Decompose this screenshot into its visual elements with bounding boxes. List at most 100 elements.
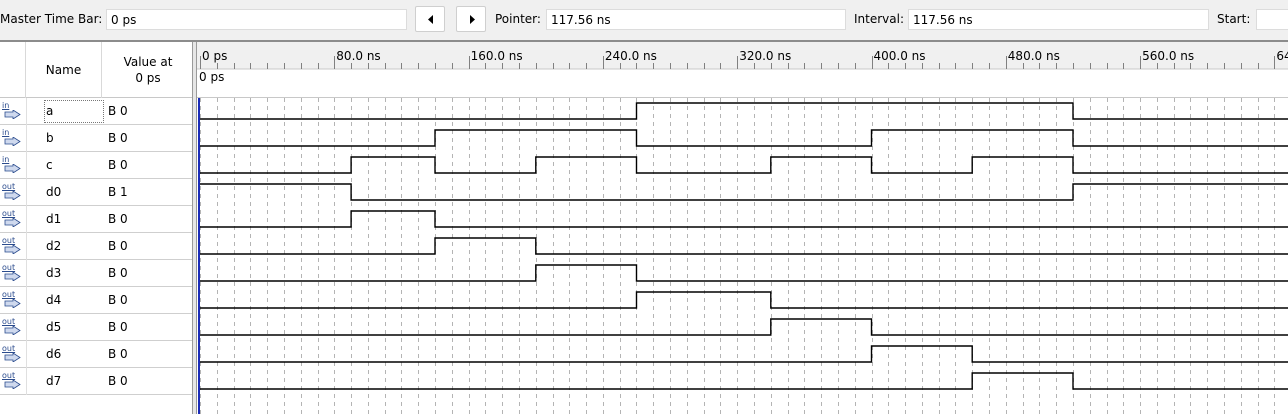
row-icon-divider [26, 179, 27, 206]
next-transition-button[interactable] [456, 6, 486, 32]
pointer-label: Pointer: [495, 12, 541, 26]
output-pin-icon: out [2, 345, 24, 365]
time-tick-label: 320.0 ns [739, 49, 791, 63]
row-icon-divider [26, 152, 27, 179]
triangle-left-icon [428, 15, 433, 24]
row-icon-divider [26, 260, 27, 287]
cursor-time-label: 0 ps [199, 70, 224, 84]
waveform-d4 [200, 291, 1288, 309]
signal-name: d3 [46, 266, 62, 280]
waveform-canvas[interactable]: 0 ps 80.0 ns 160.0 ns 240.0 ns 320.0 ns 400.0… [197, 42, 1288, 414]
waveform-d6 [200, 345, 1288, 363]
time-tick-label: 240.0 ns [605, 49, 657, 63]
signal-name: d0 [46, 185, 62, 199]
signal-list-panel: Name Value at 0 ps in a B 0 in b B 0 in c B 0 out… [0, 42, 197, 414]
signal-name: d5 [46, 320, 62, 334]
master-time-bar-field[interactable]: 0 ps [106, 9, 407, 30]
pin-direction-text: out [2, 236, 16, 245]
signal-row-d3[interactable]: out d3 B 0 [0, 260, 192, 287]
signal-row-b[interactable]: in b B 0 [0, 125, 192, 152]
time-tick-label: 560.0 ns [1142, 49, 1194, 63]
interval-label: Interval: [854, 12, 904, 26]
pin-direction-text: out [2, 263, 16, 272]
input-pin-icon: in [2, 102, 24, 122]
time-tick-label: 400.0 ns [874, 49, 926, 63]
waveform-toolbar: Master Time Bar: 0 ps Pointer: 117.56 ns… [0, 0, 1288, 40]
row-icon-divider [26, 341, 27, 368]
output-pin-icon: out [2, 372, 24, 392]
row-icon-divider [26, 98, 27, 125]
start-field[interactable] [1256, 9, 1288, 30]
signal-row-d7[interactable]: out d7 B 0 [0, 368, 192, 395]
pin-direction-text: in [2, 155, 10, 164]
signal-value: B 0 [108, 266, 128, 280]
interval-field[interactable]: 117.56 ns [908, 9, 1209, 30]
signal-row-d5[interactable]: out d5 B 0 [0, 314, 192, 341]
signal-row-c[interactable]: in c B 0 [0, 152, 192, 179]
signal-value: B 0 [108, 131, 128, 145]
pin-direction-text: in [2, 128, 10, 137]
waveform-panel[interactable]: 0 ps 80.0 ns 160.0 ns 240.0 ns 320.0 ns 400.0… [197, 42, 1288, 414]
value-header-line2: 0 ps [135, 71, 161, 85]
signal-value: B 0 [108, 347, 128, 361]
output-pin-icon: out [2, 183, 24, 203]
previous-transition-button[interactable] [415, 6, 445, 32]
output-pin-icon: out [2, 210, 24, 230]
signal-value: B 0 [108, 212, 128, 226]
signal-name: a [46, 104, 54, 118]
row-icon-divider [26, 368, 27, 395]
signal-row-d2[interactable]: out d2 B 0 [0, 233, 192, 260]
pointer-field[interactable]: 117.56 ns [546, 9, 846, 30]
waveform-b [200, 129, 1288, 147]
signal-row-d6[interactable]: out d6 B 0 [0, 341, 192, 368]
signal-row-d1[interactable]: out d1 B 0 [0, 206, 192, 233]
pin-direction-text: out [2, 209, 16, 218]
waveform-d7 [200, 372, 1288, 390]
signal-name: d2 [46, 239, 62, 253]
pin-direction-text: out [2, 290, 16, 299]
time-tick-label: 0 ps [202, 49, 227, 63]
signal-value: B 0 [108, 293, 128, 307]
signal-name: c [46, 158, 53, 172]
waveform-d1 [200, 210, 1288, 228]
time-tick-label: 160.0 ns [471, 49, 523, 63]
pin-direction-text: out [2, 344, 16, 353]
pin-direction-text: in [2, 101, 10, 110]
signal-row-d4[interactable]: out d4 B 0 [0, 287, 192, 314]
row-icon-divider [26, 125, 27, 152]
value-header-line1: Value at [123, 55, 173, 69]
time-tick-label: 80.0 ns [336, 49, 380, 63]
input-pin-icon: in [2, 129, 24, 149]
signal-name: d4 [46, 293, 62, 307]
signal-value: B 0 [108, 374, 128, 388]
signal-name: d6 [46, 347, 62, 361]
pin-direction-text: out [2, 371, 16, 380]
row-icon-divider [26, 287, 27, 314]
row-icon-divider [26, 314, 27, 341]
signal-name: d1 [46, 212, 62, 226]
waveform-editor: Name Value at 0 ps in a B 0 in b B 0 in c B 0 out… [0, 40, 1288, 414]
signal-name: d7 [46, 374, 62, 388]
waveform-d0 [200, 183, 1288, 201]
pin-direction-text: out [2, 182, 16, 191]
output-pin-icon: out [2, 318, 24, 338]
signal-value: B 1 [108, 185, 128, 199]
header-icon-column [0, 42, 26, 98]
time-tick-label: 480.0 ns [1008, 49, 1060, 63]
triangle-right-icon [470, 15, 475, 24]
cursor-label-band [197, 69, 1288, 98]
input-pin-icon: in [2, 156, 24, 176]
waveform-c [200, 156, 1288, 174]
signal-value: B 0 [108, 239, 128, 253]
signal-name: b [46, 131, 54, 145]
signal-value: B 0 [108, 320, 128, 334]
output-pin-icon: out [2, 237, 24, 257]
time-tick-label: 640.0 ns [1276, 49, 1288, 63]
value-column-header[interactable]: Value at 0 ps [102, 54, 194, 86]
waveform-d3 [200, 264, 1288, 282]
name-column-header[interactable]: Name [26, 42, 102, 98]
waveform-a [200, 102, 1288, 120]
signal-row-a[interactable]: in a B 0 [0, 98, 192, 125]
signal-row-d0[interactable]: out d0 B 1 [0, 179, 192, 206]
start-label: Start: [1217, 12, 1251, 26]
